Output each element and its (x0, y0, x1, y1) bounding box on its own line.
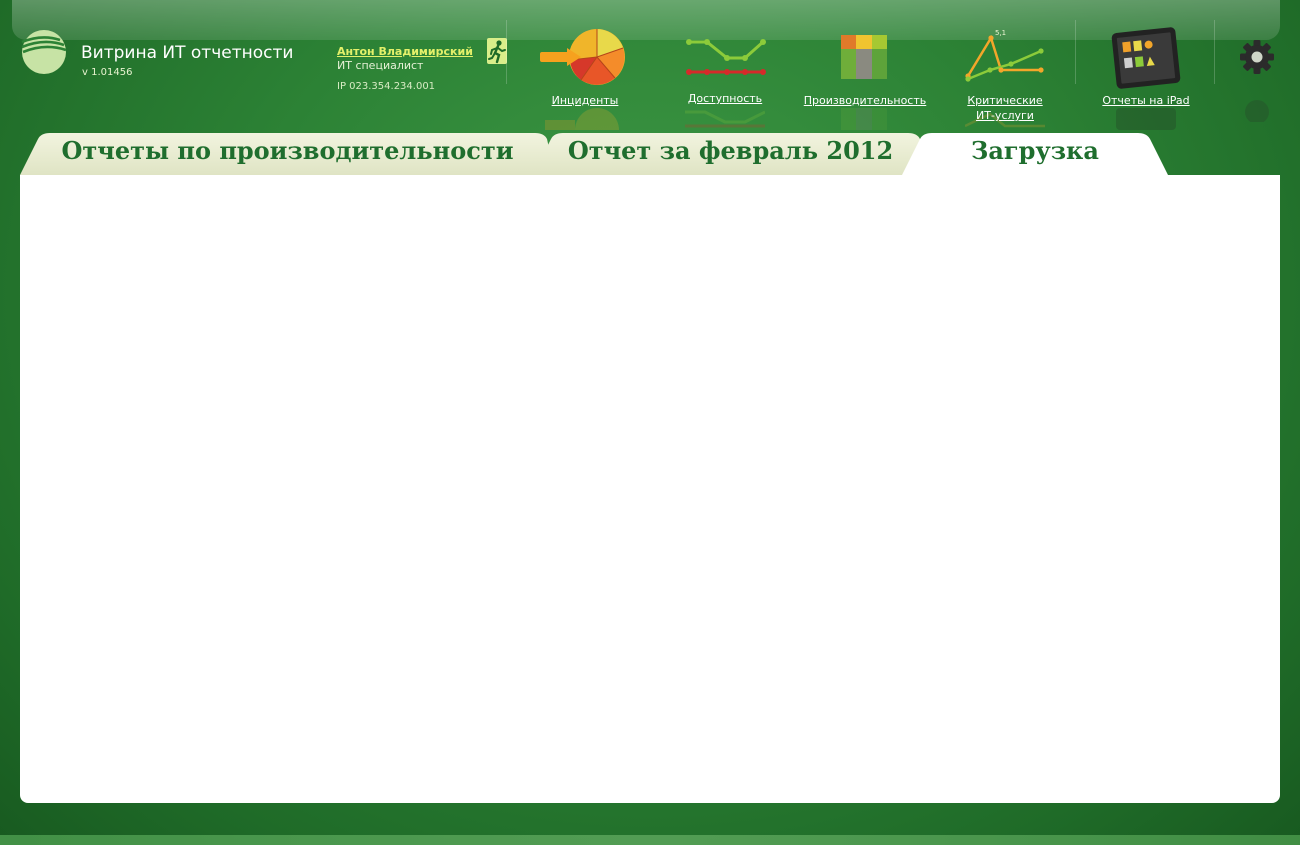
nav-icon-reflection (1106, 108, 1186, 130)
nav-icon-reflection (825, 108, 905, 130)
nav-availability-label: Доступность (687, 92, 763, 105)
gear-reflection (1240, 98, 1274, 122)
nav-performance[interactable]: Производительность (795, 20, 935, 130)
exit-icon[interactable] (486, 37, 508, 65)
line-chart-icon (686, 39, 766, 75)
tab-february-report-label: Отчет за февраль 2012 (567, 136, 894, 165)
critical-chart-icon: 5,1 (965, 29, 1044, 82)
tab-performance-reports-label: Отчеты по производительности (61, 136, 514, 165)
user-role: ИТ специалист (337, 59, 424, 72)
nav-performance-label: Производительность (803, 94, 927, 107)
nav-incidents-label: Инциденты (551, 94, 619, 107)
sberbank-logo-icon (21, 30, 67, 74)
tab-upload-label: Загрузка (971, 136, 1099, 165)
bottom-bar (0, 835, 1300, 845)
tab-performance-reports[interactable]: Отчеты по производительности (20, 133, 555, 175)
tab-upload[interactable]: Загрузка (902, 133, 1168, 175)
nav-ipad-label: Отчеты на iPad (1102, 94, 1190, 107)
nav-icon-reflection (685, 108, 765, 130)
nav-critical-label-line1: Критические (967, 94, 1043, 107)
nav-icon-reflection (545, 108, 625, 130)
nav-incidents[interactable]: Инциденты (515, 20, 655, 130)
user-ip: IP 023.354.234.001 (337, 81, 436, 92)
tab-february-report[interactable]: Отчет за февраль 2012 (533, 133, 928, 175)
user-info: Антон Владимирский ИТ специалист IP 023.… (337, 45, 507, 92)
content-panel (20, 175, 1280, 803)
treemap-icon (841, 35, 887, 79)
pie-chart-icon (540, 29, 625, 85)
app-logo: Витрина ИТ отчетности v 1.01456 (20, 28, 310, 84)
nav-ipad-reports[interactable]: Отчеты на iPad (1076, 20, 1216, 130)
nav-availability[interactable]: Доступность (655, 20, 795, 128)
nav-critical-services[interactable]: 5,1 Критические ИТ-услуги (935, 20, 1075, 128)
critical-icon-value: 5,1 (995, 29, 1006, 37)
header-separator (506, 20, 507, 84)
app-version: v 1.01456 (82, 67, 133, 78)
ipad-icon (1111, 27, 1181, 89)
user-name-link[interactable]: Антон Владимирский (337, 45, 507, 58)
gear-icon[interactable] (1240, 40, 1274, 74)
nav-critical-label-line2: ИТ-услуги (976, 109, 1034, 122)
app-title: Витрина ИТ отчетности (81, 43, 294, 63)
